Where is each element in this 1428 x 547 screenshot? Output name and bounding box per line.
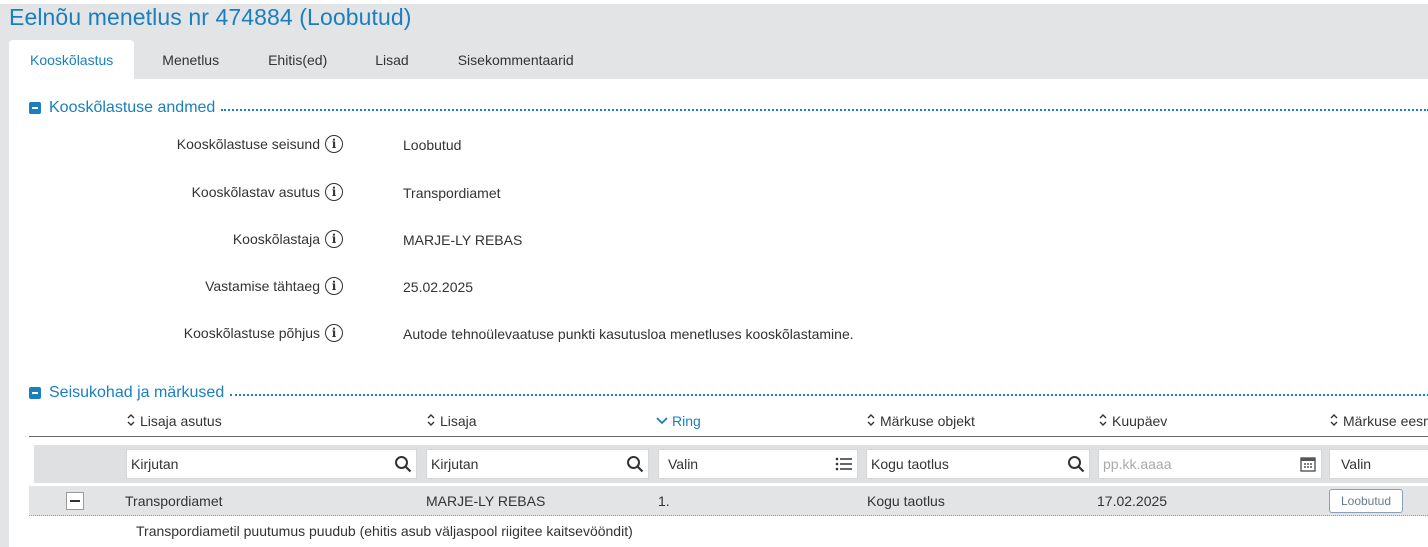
tab-ehitised[interactable]: Ehitis(ed) — [243, 40, 351, 79]
sort-icon — [126, 413, 136, 429]
section-divider — [221, 108, 1428, 111]
tab-sisekommentaarid[interactable]: Sisekommentaarid — [433, 40, 595, 79]
sort-icon — [426, 413, 436, 429]
cell-markuse-objekt: Kogu taotlus — [867, 493, 945, 509]
section-kooskolastuse-andmed-header: Kooskõlastuse andmed — [29, 98, 1428, 118]
calendar-icon[interactable] — [1299, 455, 1317, 473]
column-header-markuse-objekt[interactable]: Märkuse objekt — [866, 413, 975, 429]
filter-markuse-eesmark[interactable] — [1329, 449, 1428, 479]
section-divider — [230, 393, 1428, 396]
cell-ring: 1. — [658, 493, 670, 509]
filter-markuse-objekt — [866, 449, 1090, 479]
sort-icon — [866, 413, 876, 429]
filter-kuupaev — [1098, 449, 1322, 479]
header-divider — [29, 436, 1428, 437]
cell-lisaja: MARJE-LY REBAS — [426, 493, 546, 509]
status-badge[interactable]: Loobutud — [1329, 489, 1403, 513]
filter-lisaja-asutus — [126, 449, 417, 479]
info-icon[interactable]: i — [325, 324, 343, 342]
collapse-section-button[interactable] — [29, 387, 41, 399]
collapse-section-button[interactable] — [29, 102, 41, 114]
field-label-asutus: Kooskõlastav asutus i — [192, 183, 343, 201]
filter-input[interactable] — [431, 456, 626, 472]
column-header-lisaja-asutus[interactable]: Lisaja asutus — [126, 413, 222, 429]
info-icon[interactable]: i — [325, 230, 343, 248]
filter-lisaja — [426, 449, 649, 479]
column-header-ring[interactable]: Ring — [656, 413, 701, 429]
info-icon[interactable]: i — [325, 277, 343, 295]
date-input[interactable] — [1103, 456, 1299, 472]
column-header-markuse-eesmark[interactable]: Märkuse eesm — [1329, 413, 1428, 429]
tab-kooskolastus[interactable]: Kooskõlastus — [9, 40, 135, 79]
cell-lisaja-asutus: Transpordiamet — [125, 493, 223, 509]
filter-select[interactable] — [668, 456, 835, 472]
section-title: Seisukohad ja märkused — [49, 384, 225, 401]
page-title: Eelnõu menetlus nr 474884 (Loobutud) — [9, 4, 412, 30]
field-value-asutus: Transpordiamet — [403, 185, 501, 201]
search-icon[interactable] — [626, 455, 644, 473]
info-icon[interactable]: i — [325, 135, 343, 153]
field-value-tahtaeg: 25.02.2025 — [403, 279, 474, 295]
field-value-pohjus: Autode tehnoülevaatuse punkti kasutusloa… — [403, 326, 854, 342]
table-row[interactable] — [29, 486, 1428, 516]
filter-input[interactable] — [871, 456, 1067, 472]
filter-input[interactable] — [131, 456, 394, 472]
content-panel: Kooskõlastuse andmed Kooskõlastuse seisu… — [9, 79, 1428, 547]
tab-lisad[interactable]: Lisad — [351, 40, 432, 79]
column-header-lisaja[interactable]: Lisaja — [426, 413, 477, 429]
cell-kuupaev: 17.02.2025 — [1097, 493, 1168, 509]
section-title: Kooskõlastuse andmed — [49, 99, 216, 116]
info-icon[interactable]: i — [325, 183, 343, 201]
field-value-seisund: Loobutud — [403, 137, 462, 153]
filter-ring[interactable] — [658, 449, 858, 479]
sort-desc-icon — [656, 415, 668, 427]
search-icon[interactable] — [1067, 455, 1085, 473]
field-label-pohjus: Kooskõlastuse põhjus i — [184, 324, 343, 342]
field-label-seisund: Kooskõlastuse seisund i — [177, 135, 343, 153]
sort-icon — [1329, 413, 1339, 429]
tab-menetlus[interactable]: Menetlus — [134, 40, 243, 79]
field-value-kooskolastaja: MARJE-LY REBAS — [403, 232, 523, 248]
tab-bar: Kooskõlastus Menetlus Ehitis(ed) Lisad S… — [9, 40, 595, 79]
row-comment: Transpordiametil puutumus puudub (ehitis… — [136, 523, 633, 539]
column-header-kuupaev[interactable]: Kuupäev — [1098, 413, 1167, 429]
collapse-row-button[interactable] — [66, 492, 84, 510]
sort-icon — [1098, 413, 1108, 429]
search-icon[interactable] — [394, 455, 412, 473]
field-label-tahtaeg: Vastamise tähtaeg i — [205, 277, 343, 295]
filter-select[interactable] — [1341, 456, 1424, 472]
list-icon[interactable] — [835, 455, 853, 473]
section-seisukohad-header: Seisukohad ja märkused — [29, 383, 1428, 403]
field-label-kooskolastaja: Kooskõlastaja i — [233, 230, 343, 248]
